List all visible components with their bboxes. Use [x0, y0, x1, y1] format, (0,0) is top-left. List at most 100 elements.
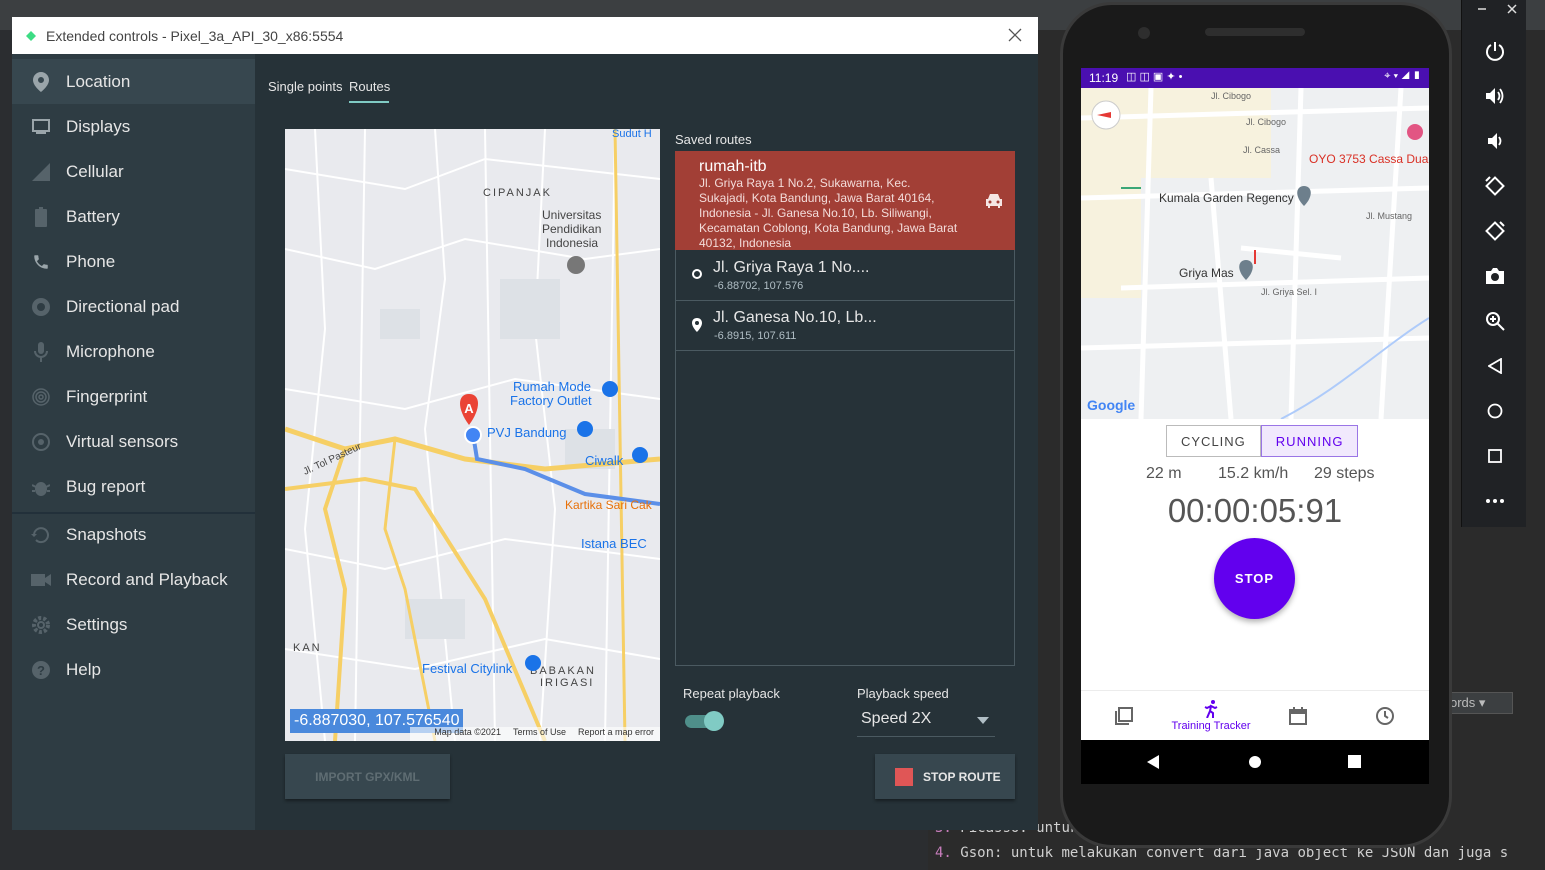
waypoint-end[interactable]: Jl. Ganesa No.10, Lb... -6.8915, 107.611 [675, 301, 1015, 351]
volume-down-button[interactable] [1462, 118, 1527, 163]
shopping-icon [632, 447, 648, 463]
back-button[interactable] [1462, 343, 1527, 388]
sidebar-item-bug-report[interactable]: Bug report [12, 464, 255, 509]
minimize-close-icons[interactable] [1470, 3, 1520, 15]
repeat-playback-toggle[interactable] [683, 710, 725, 732]
sidebar-item-microphone[interactable]: Microphone [12, 329, 255, 374]
home-icon [1487, 403, 1502, 418]
sidebar-item-label: Snapshots [66, 524, 147, 544]
mode-cycling-button[interactable]: CYCLING [1166, 425, 1261, 457]
waypoint-coords: -6.8915, 107.611 [714, 330, 797, 342]
route-name: rumah-itb [699, 158, 767, 175]
map-footer: Map data ©2021 Terms of Use Report a map… [410, 727, 660, 741]
more-button[interactable] [1462, 478, 1527, 523]
sidebar-item-location[interactable]: Location [12, 59, 255, 104]
import-gpx-kml-button[interactable]: IMPORT GPX/KML [285, 754, 450, 799]
sidebar-item-record-and-playback[interactable]: Record and Playback [12, 557, 255, 602]
tab-routes[interactable]: Routes [349, 79, 390, 94]
sidebar-item-snapshots[interactable]: Snapshots [12, 512, 255, 557]
stop-tracking-button[interactable]: STOP [1214, 538, 1295, 619]
microphone-icon [31, 341, 51, 362]
map-label: Indonesia [546, 236, 598, 250]
sidebar-item-label: Displays [66, 116, 131, 136]
tab-single-points[interactable]: Single points [268, 79, 342, 94]
sidebar-item-virtual-sensors[interactable]: Virtual sensors [12, 419, 255, 464]
location-pin-icon [31, 71, 51, 92]
rotate-right-button[interactable] [1462, 208, 1527, 253]
tracker-map[interactable]: Jl. Cibogo Jl. Cibogo Jl. Cassa Jl. Must… [1081, 88, 1429, 419]
distance-stat: 22 m [1146, 465, 1182, 482]
bottom-navigation: Training Tracker [1081, 690, 1429, 740]
sidebar-item-directional-pad[interactable]: Directional pad [12, 284, 255, 329]
map-label: Jl. Cibogo [1246, 117, 1286, 127]
route-address: Jl. Griya Raya 1 No.2, Sukawarna, Kec. S… [699, 176, 958, 250]
map-label: PVJ Bandung [487, 425, 567, 440]
emulator-window-controls [1462, 0, 1527, 24]
gear-icon [31, 615, 51, 635]
back-icon[interactable] [1147, 755, 1159, 769]
sidebar-item-battery[interactable]: Battery [12, 194, 255, 239]
nav-calendar[interactable] [1289, 691, 1307, 741]
virtual-sensors-icon [31, 432, 51, 452]
report-link[interactable]: Report a map error [578, 727, 654, 741]
stop-route-button[interactable]: STOP ROUTE [875, 754, 1015, 799]
nav-training-tracker[interactable]: Training Tracker [1169, 691, 1253, 741]
mode-toggle-group: CYCLING RUNNING [1166, 425, 1359, 457]
terms-link[interactable]: Terms of Use [513, 727, 566, 741]
waypoint-start[interactable]: Jl. Griya Raya 1 No.... -6.88702, 107.57… [675, 251, 1015, 301]
sidebar-item-phone[interactable]: Phone [12, 239, 255, 284]
home-button[interactable] [1462, 388, 1527, 433]
hotel-icon [1407, 124, 1423, 140]
rotate-left-button[interactable] [1462, 163, 1527, 208]
route-map[interactable]: CIPANJAK Universitas Pendidikan Indonesi… [285, 129, 660, 741]
map-label: Ciwalk [585, 453, 624, 468]
volume-down-icon [1487, 132, 1501, 149]
waypoint-title: Jl. Griya Raya 1 No.... [713, 259, 870, 276]
help-icon: ? [31, 660, 51, 680]
import-button-label: IMPORT GPX/KML [315, 769, 420, 784]
status-bar: 11:19 ◫ ◫ ▣ ✦ • ⌖ ▾ ◢ ▮ [1081, 68, 1429, 88]
phone-screen: 11:19 ◫ ◫ ▣ ✦ • ⌖ ▾ ◢ ▮ Jl. Cibogo Jl. C… [1081, 68, 1429, 784]
rotate-left-icon [1484, 175, 1505, 196]
tab-routes-underline [349, 101, 389, 103]
sidebar-item-label: Location [66, 71, 131, 91]
zoom-button[interactable] [1462, 298, 1527, 343]
close-icon[interactable] [1006, 26, 1024, 44]
volume-up-icon [1485, 87, 1503, 104]
screenshot-button[interactable] [1462, 253, 1527, 298]
sidebar-item-settings[interactable]: Settings [12, 602, 255, 647]
university-icon [567, 256, 585, 274]
google-logo: Google [1087, 397, 1135, 413]
map-label: Rumah Mode [513, 379, 591, 394]
clock-icon [1376, 707, 1394, 725]
map-label: Pendidikan [542, 222, 601, 236]
home-icon[interactable] [1248, 755, 1262, 769]
bug-icon [31, 477, 51, 497]
system-navigation-bar [1081, 740, 1429, 784]
sidebar-item-cellular[interactable]: Cellular [12, 149, 255, 194]
playback-speed-select[interactable]: Speed 2X [857, 707, 995, 737]
overview-button[interactable] [1462, 433, 1527, 478]
map-label: Kartika Sari Cak [565, 498, 653, 512]
cellular-signal-icon [31, 162, 51, 182]
map-label: Istana BEC [581, 536, 647, 551]
waypoint-title: Jl. Ganesa No.10, Lb... [713, 309, 877, 326]
sidebar-item-help[interactable]: ? Help [12, 647, 255, 692]
mode-running-button[interactable]: RUNNING [1260, 425, 1359, 457]
back-icon [1487, 357, 1502, 374]
earpiece [1205, 28, 1305, 36]
sidebar-item-fingerprint[interactable]: Fingerprint [12, 374, 255, 419]
power-button[interactable] [1462, 28, 1527, 73]
saved-routes-label: Saved routes [675, 132, 752, 147]
route-item-selected[interactable]: rumah-itb Jl. Griya Raya 1 No.2, Sukawar… [675, 151, 1015, 250]
dpad-icon [31, 297, 51, 317]
map-label: Jl. Griya Sel. I [1261, 287, 1317, 297]
nav-schedule[interactable] [1375, 691, 1395, 741]
words-dropdown[interactable]: ords ▾ [1445, 692, 1513, 714]
sidebar-item-displays[interactable]: Displays [12, 104, 255, 149]
map-label: Factory Outlet [510, 393, 592, 408]
volume-up-button[interactable] [1462, 73, 1527, 118]
speed-stat: 15.2 km/h [1218, 465, 1289, 482]
recents-icon[interactable] [1348, 755, 1361, 768]
nav-history[interactable] [1111, 691, 1137, 741]
